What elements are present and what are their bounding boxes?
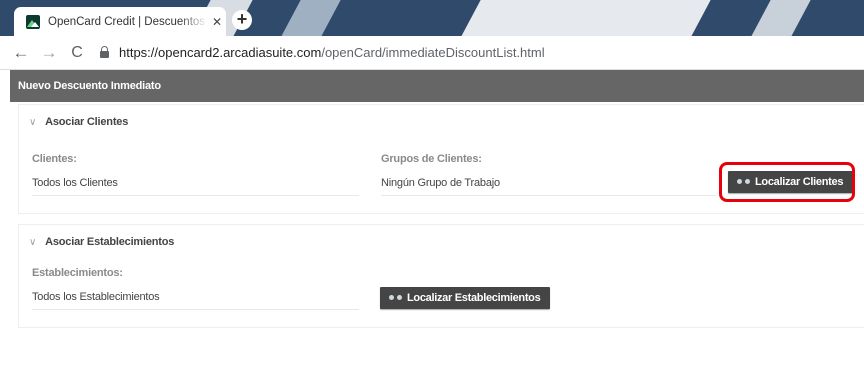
opencard-favicon-icon [26,14,40,29]
chevron-down-icon[interactable]: ∨ [29,117,36,128]
tab-title: OpenCard Credit | Descuentos Inmediatos [48,15,208,28]
section-header-establecimientos[interactable]: ∨ Asociar Establecimientos [29,236,174,248]
section-title: Asociar Establecimientos [45,236,175,248]
new-tab-icon[interactable]: + [232,10,252,30]
localizar-establecimientos-label: Localizar Establecimientos [407,292,541,304]
establecimientos-field[interactable]: Todos los Establecimientos [32,291,359,310]
reload-icon[interactable]: C [66,44,88,62]
grupos-clientes-field[interactable]: Ningún Grupo de Trabajo [381,177,716,196]
localizar-establecimientos-button[interactable]: Localizar Establecimientos [380,287,551,309]
wallpaper-streak [744,0,816,36]
url-text[interactable]: https://opencard2.arcadiasuite.com/openC… [119,45,545,60]
grupos-clientes-label: Grupos de Clientes: [381,153,482,165]
establecimientos-label: Establecimientos: [32,267,123,279]
wallpaper-streak [274,0,346,36]
binoculars-icon [389,295,402,301]
browser-tab-strip: OpenCard Credit | Descuentos Inmediatos … [0,0,864,36]
section-title: Asociar Clientes [45,116,129,128]
lock-icon [100,46,109,58]
forward-arrow-icon[interactable]: → [38,43,60,63]
address-bar[interactable]: https://opencard2.arcadiasuite.com/openC… [100,45,545,60]
url-path: /openCard/immediateDiscountList.html [321,45,545,60]
back-arrow-icon[interactable]: ← [10,43,32,63]
close-tab-icon[interactable]: ✕ [212,15,222,29]
page-title: Nuevo Descuento Inmediato [10,70,864,102]
url-host: https://opencard2.arcadiasuite.com [119,45,322,60]
browser-toolbar: ← → C https://opencard2.arcadiasuite.com… [0,36,864,70]
clientes-label: Clientes: [32,153,77,165]
browser-tab[interactable]: OpenCard Credit | Descuentos Inmediatos … [14,7,226,36]
highlight-box [719,162,855,202]
section-asociar-establecimientos: ∨ Asociar Establecimientos Establecimien… [18,224,864,328]
clientes-field[interactable]: Todos los Clientes [32,177,359,196]
chevron-down-icon[interactable]: ∨ [29,237,36,248]
wallpaper-streak [454,0,716,36]
section-header-clientes[interactable]: ∨ Asociar Clientes [29,116,128,128]
